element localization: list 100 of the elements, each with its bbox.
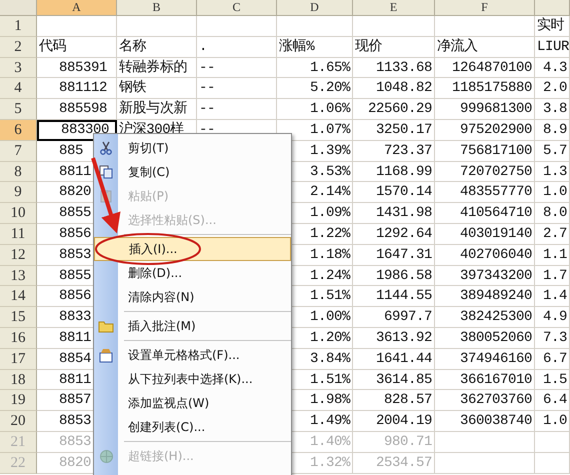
table-cell[interactable]: 1.5 bbox=[535, 370, 570, 390]
table-cell[interactable]: 382425300 bbox=[435, 307, 535, 328]
row-header[interactable]: 5 bbox=[0, 99, 37, 120]
table-cell[interactable]: 新股与次新 bbox=[117, 99, 197, 120]
table-cell[interactable]: 756817100 bbox=[435, 140, 535, 162]
table-cell[interactable]: 1292.64 bbox=[353, 224, 435, 245]
menu-item[interactable]: 插入(I)... bbox=[94, 237, 291, 261]
row-header[interactable]: 16 bbox=[0, 328, 37, 349]
table-cell[interactable]: 720702750 bbox=[435, 162, 535, 182]
table-cell[interactable]: 1144.55 bbox=[353, 286, 435, 308]
table-cell[interactable]: 2.0 bbox=[535, 78, 570, 100]
table-cell[interactable]: -- bbox=[197, 99, 277, 120]
table-cell[interactable]: LIUR bbox=[535, 36, 570, 58]
table-cell[interactable]: 1.65% bbox=[277, 58, 353, 78]
table-cell[interactable]: 1168.99 bbox=[353, 162, 435, 182]
table-cell[interactable]: 净流入 bbox=[435, 36, 535, 58]
row-header[interactable]: 6 bbox=[0, 120, 37, 141]
row-header[interactable]: 8 bbox=[0, 162, 37, 182]
table-cell[interactable]: 885391 bbox=[37, 58, 117, 78]
table-cell[interactable]: 1986.58 bbox=[353, 266, 435, 286]
table-cell[interactable]: 1.3 bbox=[535, 162, 570, 182]
table-cell[interactable]: 代码 bbox=[37, 36, 117, 58]
table-cell[interactable]: 1048.82 bbox=[353, 78, 435, 100]
column-header[interactable]: E bbox=[353, 0, 435, 16]
table-cell[interactable]: 360038740 bbox=[435, 411, 535, 432]
table-cell[interactable]: 5.20% bbox=[277, 78, 353, 100]
table-cell[interactable]: 402706040 bbox=[435, 244, 535, 266]
table-cell[interactable]: 名称 bbox=[117, 36, 197, 58]
row-header[interactable]: 4 bbox=[0, 78, 37, 100]
row-header[interactable]: 19 bbox=[0, 390, 37, 412]
table-cell[interactable]: 1133.68 bbox=[353, 58, 435, 78]
table-cell[interactable]: -- bbox=[197, 78, 277, 100]
table-cell[interactable]: 实时 bbox=[535, 16, 570, 37]
table-cell[interactable]: 转融券标的 bbox=[117, 58, 197, 78]
table-cell[interactable]: 1570.14 bbox=[353, 182, 435, 204]
table-cell[interactable]: 钢铁 bbox=[117, 78, 197, 100]
table-cell[interactable]: 5.7 bbox=[535, 140, 570, 162]
table-cell[interactable]: 1.06% bbox=[277, 99, 353, 120]
column-header[interactable]: D bbox=[277, 0, 353, 16]
row-header[interactable]: 18 bbox=[0, 370, 37, 390]
column-header[interactable]: C bbox=[197, 0, 277, 16]
row-header[interactable]: 1 bbox=[0, 16, 37, 37]
table-cell[interactable]: 410564710 bbox=[435, 203, 535, 224]
table-cell[interactable]: 1641.44 bbox=[353, 348, 435, 370]
column-header[interactable]: A bbox=[37, 0, 117, 16]
row-header[interactable]: 14 bbox=[0, 286, 37, 308]
row-header[interactable]: 11 bbox=[0, 224, 37, 245]
row-header[interactable]: 13 bbox=[0, 266, 37, 286]
table-cell[interactable]: 1.4 bbox=[535, 286, 570, 308]
row-header[interactable]: 9 bbox=[0, 182, 37, 204]
row-header[interactable]: 3 bbox=[0, 58, 37, 78]
table-cell[interactable]: 8.0 bbox=[535, 203, 570, 224]
table-cell[interactable]: 1185175880 bbox=[435, 78, 535, 100]
row-header[interactable]: 20 bbox=[0, 411, 37, 432]
table-cell[interactable]: 483557770 bbox=[435, 182, 535, 204]
table-cell[interactable]: 1431.98 bbox=[353, 203, 435, 224]
table-cell[interactable]: -- bbox=[197, 58, 277, 78]
table-cell[interactable]: . bbox=[197, 36, 277, 58]
table-cell[interactable]: 6.4 bbox=[535, 390, 570, 412]
table-cell[interactable]: 3614.85 bbox=[353, 370, 435, 390]
table-cell[interactable]: 1647.31 bbox=[353, 244, 435, 266]
table-cell[interactable]: 6997.7 bbox=[353, 307, 435, 328]
table-cell[interactable]: 881112 bbox=[37, 78, 117, 100]
table-cell[interactable]: 4.3 bbox=[535, 58, 570, 78]
table-cell[interactable]: 362703760 bbox=[435, 390, 535, 412]
row-header[interactable]: 15 bbox=[0, 307, 37, 328]
table-cell[interactable]: 6.7 bbox=[535, 348, 570, 370]
table-cell[interactable]: 3250.17 bbox=[353, 120, 435, 141]
table-cell[interactable]: 7.3 bbox=[535, 328, 570, 349]
table-cell[interactable]: 3613.92 bbox=[353, 328, 435, 349]
table-cell[interactable]: 1264870100 bbox=[435, 58, 535, 78]
table-cell[interactable]: 22560.29 bbox=[353, 99, 435, 120]
row-header[interactable]: 7 bbox=[0, 140, 37, 162]
table-cell[interactable]: 380052060 bbox=[435, 328, 535, 349]
table-cell[interactable]: 1.1 bbox=[535, 244, 570, 266]
table-cell[interactable]: 涨幅% bbox=[277, 36, 353, 58]
table-cell[interactable]: 4.9 bbox=[535, 307, 570, 328]
row-header[interactable]: 2 bbox=[0, 36, 37, 58]
row-header[interactable]: 17 bbox=[0, 348, 37, 370]
table-cell[interactable]: 374946160 bbox=[435, 348, 535, 370]
table-cell[interactable]: 885598 bbox=[37, 99, 117, 120]
table-cell[interactable]: 389489240 bbox=[435, 286, 535, 308]
table-cell[interactable]: 828.57 bbox=[353, 390, 435, 412]
column-header[interactable]: B bbox=[117, 0, 197, 16]
table-cell[interactable]: 1.0 bbox=[535, 182, 570, 204]
row-header[interactable]: 12 bbox=[0, 244, 37, 266]
table-cell[interactable]: 2004.19 bbox=[353, 411, 435, 432]
table-cell[interactable]: 999681300 bbox=[435, 99, 535, 120]
table-cell[interactable]: 975202900 bbox=[435, 120, 535, 141]
table-cell[interactable]: 397343200 bbox=[435, 266, 535, 286]
table-cell[interactable]: 1.0 bbox=[535, 411, 570, 432]
table-cell[interactable]: 366167010 bbox=[435, 370, 535, 390]
table-cell[interactable]: 1.7 bbox=[535, 266, 570, 286]
table-cell[interactable]: 8.9 bbox=[535, 120, 570, 141]
column-header[interactable]: F bbox=[435, 0, 535, 16]
table-cell[interactable]: 2.7 bbox=[535, 224, 570, 245]
table-cell[interactable]: 723.37 bbox=[353, 140, 435, 162]
table-cell[interactable]: 403019140 bbox=[435, 224, 535, 245]
row-header[interactable]: 10 bbox=[0, 203, 37, 224]
table-cell[interactable]: 现价 bbox=[353, 36, 435, 58]
